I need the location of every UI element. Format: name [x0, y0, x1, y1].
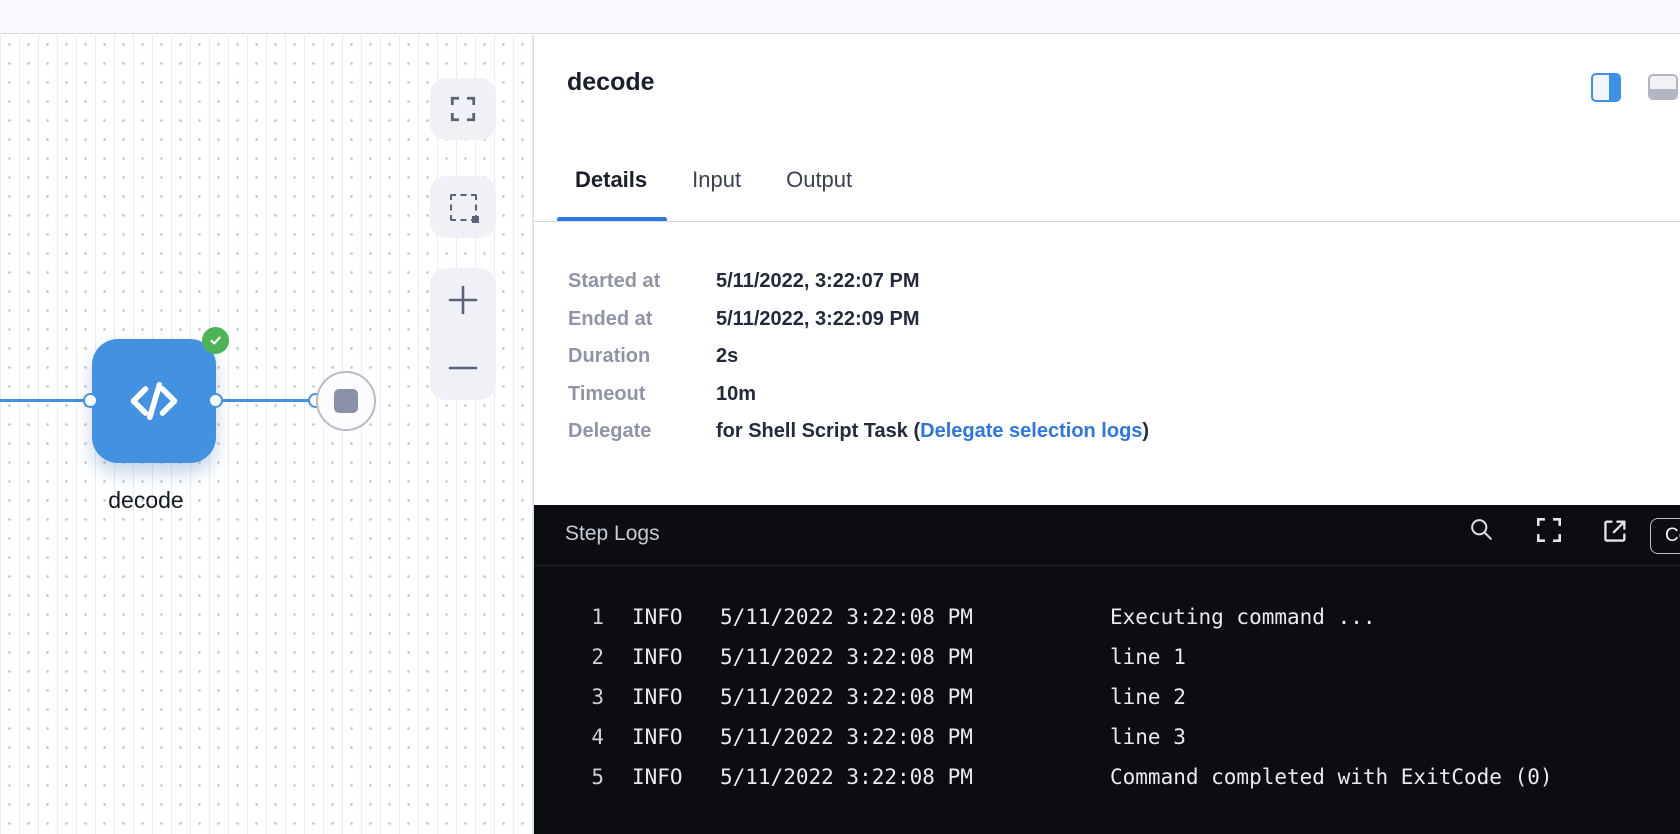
detail-label: Started at	[568, 270, 716, 293]
log-timestamp: 5/11/2022 3:22:08 PM	[720, 685, 1110, 709]
expand-icon	[1534, 515, 1564, 545]
log-timestamp: 5/11/2022 3:22:08 PM	[720, 725, 1110, 749]
layout-bottom-pane-toggle[interactable]	[1648, 74, 1678, 100]
log-message: line 3	[1110, 725, 1680, 749]
log-rows: 1 INFO 5/11/2022 3:22:08 PM Executing co…	[534, 597, 1680, 797]
port-node-out	[208, 393, 223, 408]
layout-right-pane-icon	[1609, 75, 1619, 100]
zoom-out-icon[interactable]	[447, 352, 479, 384]
detail-value: 10m	[716, 383, 756, 406]
log-line-number: 4	[534, 725, 604, 749]
delegate-selection-logs-link[interactable]: Delegate selection logs	[920, 420, 1142, 442]
log-level: INFO	[604, 645, 720, 669]
edge-outgoing	[216, 399, 316, 402]
log-row: 5 INFO 5/11/2022 3:22:08 PM Command comp…	[534, 757, 1680, 797]
node-label: decode	[40, 487, 252, 514]
detail-row-timeout: Timeout 10m	[534, 376, 1680, 414]
step-logs-header: Step Logs	[534, 505, 1680, 565]
log-line-number: 2	[534, 645, 604, 669]
step-node-decode[interactable]	[92, 339, 216, 463]
layout-bottom-pane-icon	[1650, 89, 1676, 98]
log-timestamp: 5/11/2022 3:22:08 PM	[720, 645, 1110, 669]
detail-value: 5/11/2022, 3:22:07 PM	[716, 270, 919, 293]
detail-label: Duration	[568, 345, 716, 368]
step-details-panel: decode Details Input Output Started at 5…	[534, 35, 1680, 505]
external-link-icon	[1601, 517, 1629, 545]
log-message: line 2	[1110, 685, 1680, 709]
success-badge	[202, 327, 229, 354]
code-icon	[125, 372, 183, 430]
log-line-number: 5	[534, 765, 604, 789]
log-row: 4 INFO 5/11/2022 3:22:08 PM line 3	[534, 717, 1680, 757]
logs-header-divider	[534, 565, 1680, 566]
delegate-value-suffix: )	[1142, 420, 1149, 442]
tab-input[interactable]: Input	[692, 167, 741, 193]
log-expand-button[interactable]	[1534, 515, 1564, 548]
log-row: 3 INFO 5/11/2022 3:22:08 PM line 2	[534, 677, 1680, 717]
log-search-button[interactable]	[1468, 516, 1495, 546]
open-in-new-tab-button[interactable]	[1601, 517, 1629, 548]
tabs-divider	[534, 221, 1680, 222]
zoom-control[interactable]	[430, 268, 496, 400]
log-line-number: 1	[534, 605, 604, 629]
console-view-button[interactable]: Co	[1650, 518, 1680, 554]
edge-incoming	[0, 399, 88, 402]
log-row: 2 INFO 5/11/2022 3:22:08 PM line 1	[534, 637, 1680, 677]
marquee-icon	[450, 194, 477, 221]
log-level: INFO	[604, 765, 720, 789]
log-level: INFO	[604, 605, 720, 629]
detail-label: Ended at	[568, 308, 716, 331]
zoom-in-icon[interactable]	[447, 284, 479, 316]
detail-value: 5/11/2022, 3:22:09 PM	[716, 308, 919, 331]
detail-label: Timeout	[568, 383, 716, 406]
log-level: INFO	[604, 725, 720, 749]
detail-label: Delegate	[568, 420, 716, 443]
log-line-number: 3	[534, 685, 604, 709]
pipeline-execution-screen: decode decode	[0, 0, 1680, 834]
detail-row-delegate: Delegate for Shell Script Task (Delegate…	[534, 413, 1680, 451]
tab-details[interactable]: Details	[575, 167, 647, 193]
detail-row-duration: Duration 2s	[534, 338, 1680, 376]
tab-output[interactable]: Output	[786, 167, 852, 193]
details-list: Started at 5/11/2022, 3:22:07 PM Ended a…	[534, 263, 1680, 451]
search-icon	[1468, 516, 1495, 543]
pipeline-end-node	[316, 371, 376, 431]
log-timestamp: 5/11/2022 3:22:08 PM	[720, 605, 1110, 629]
detail-value: 2s	[716, 345, 738, 368]
detail-value: for Shell Script Task (Delegate selectio…	[716, 420, 1149, 443]
check-icon	[208, 333, 223, 348]
log-level: INFO	[604, 685, 720, 709]
detail-row-ended-at: Ended at 5/11/2022, 3:22:09 PM	[534, 301, 1680, 339]
fullscreen-icon	[448, 94, 478, 124]
log-message: line 1	[1110, 645, 1680, 669]
panel-title: decode	[567, 68, 655, 97]
pipeline-canvas[interactable]: decode	[0, 35, 534, 834]
stop-icon	[334, 389, 358, 413]
step-logs-title: Step Logs	[565, 522, 660, 546]
step-logs-panel: Step Logs	[534, 505, 1680, 834]
marquee-select-button[interactable]	[430, 176, 496, 238]
layout-right-pane-toggle[interactable]	[1591, 73, 1621, 102]
fit-to-screen-button[interactable]	[430, 78, 496, 140]
port-node-in	[83, 393, 98, 408]
log-message: Command completed with ExitCode (0)	[1110, 765, 1680, 789]
detail-tabs: Details Input Output	[575, 155, 852, 205]
log-row: 1 INFO 5/11/2022 3:22:08 PM Executing co…	[534, 597, 1680, 637]
delegate-value-prefix: for Shell Script Task (	[716, 420, 920, 442]
top-bar	[0, 0, 1680, 34]
log-timestamp: 5/11/2022 3:22:08 PM	[720, 765, 1110, 789]
log-message: Executing command ...	[1110, 605, 1680, 629]
detail-row-started-at: Started at 5/11/2022, 3:22:07 PM	[534, 263, 1680, 301]
